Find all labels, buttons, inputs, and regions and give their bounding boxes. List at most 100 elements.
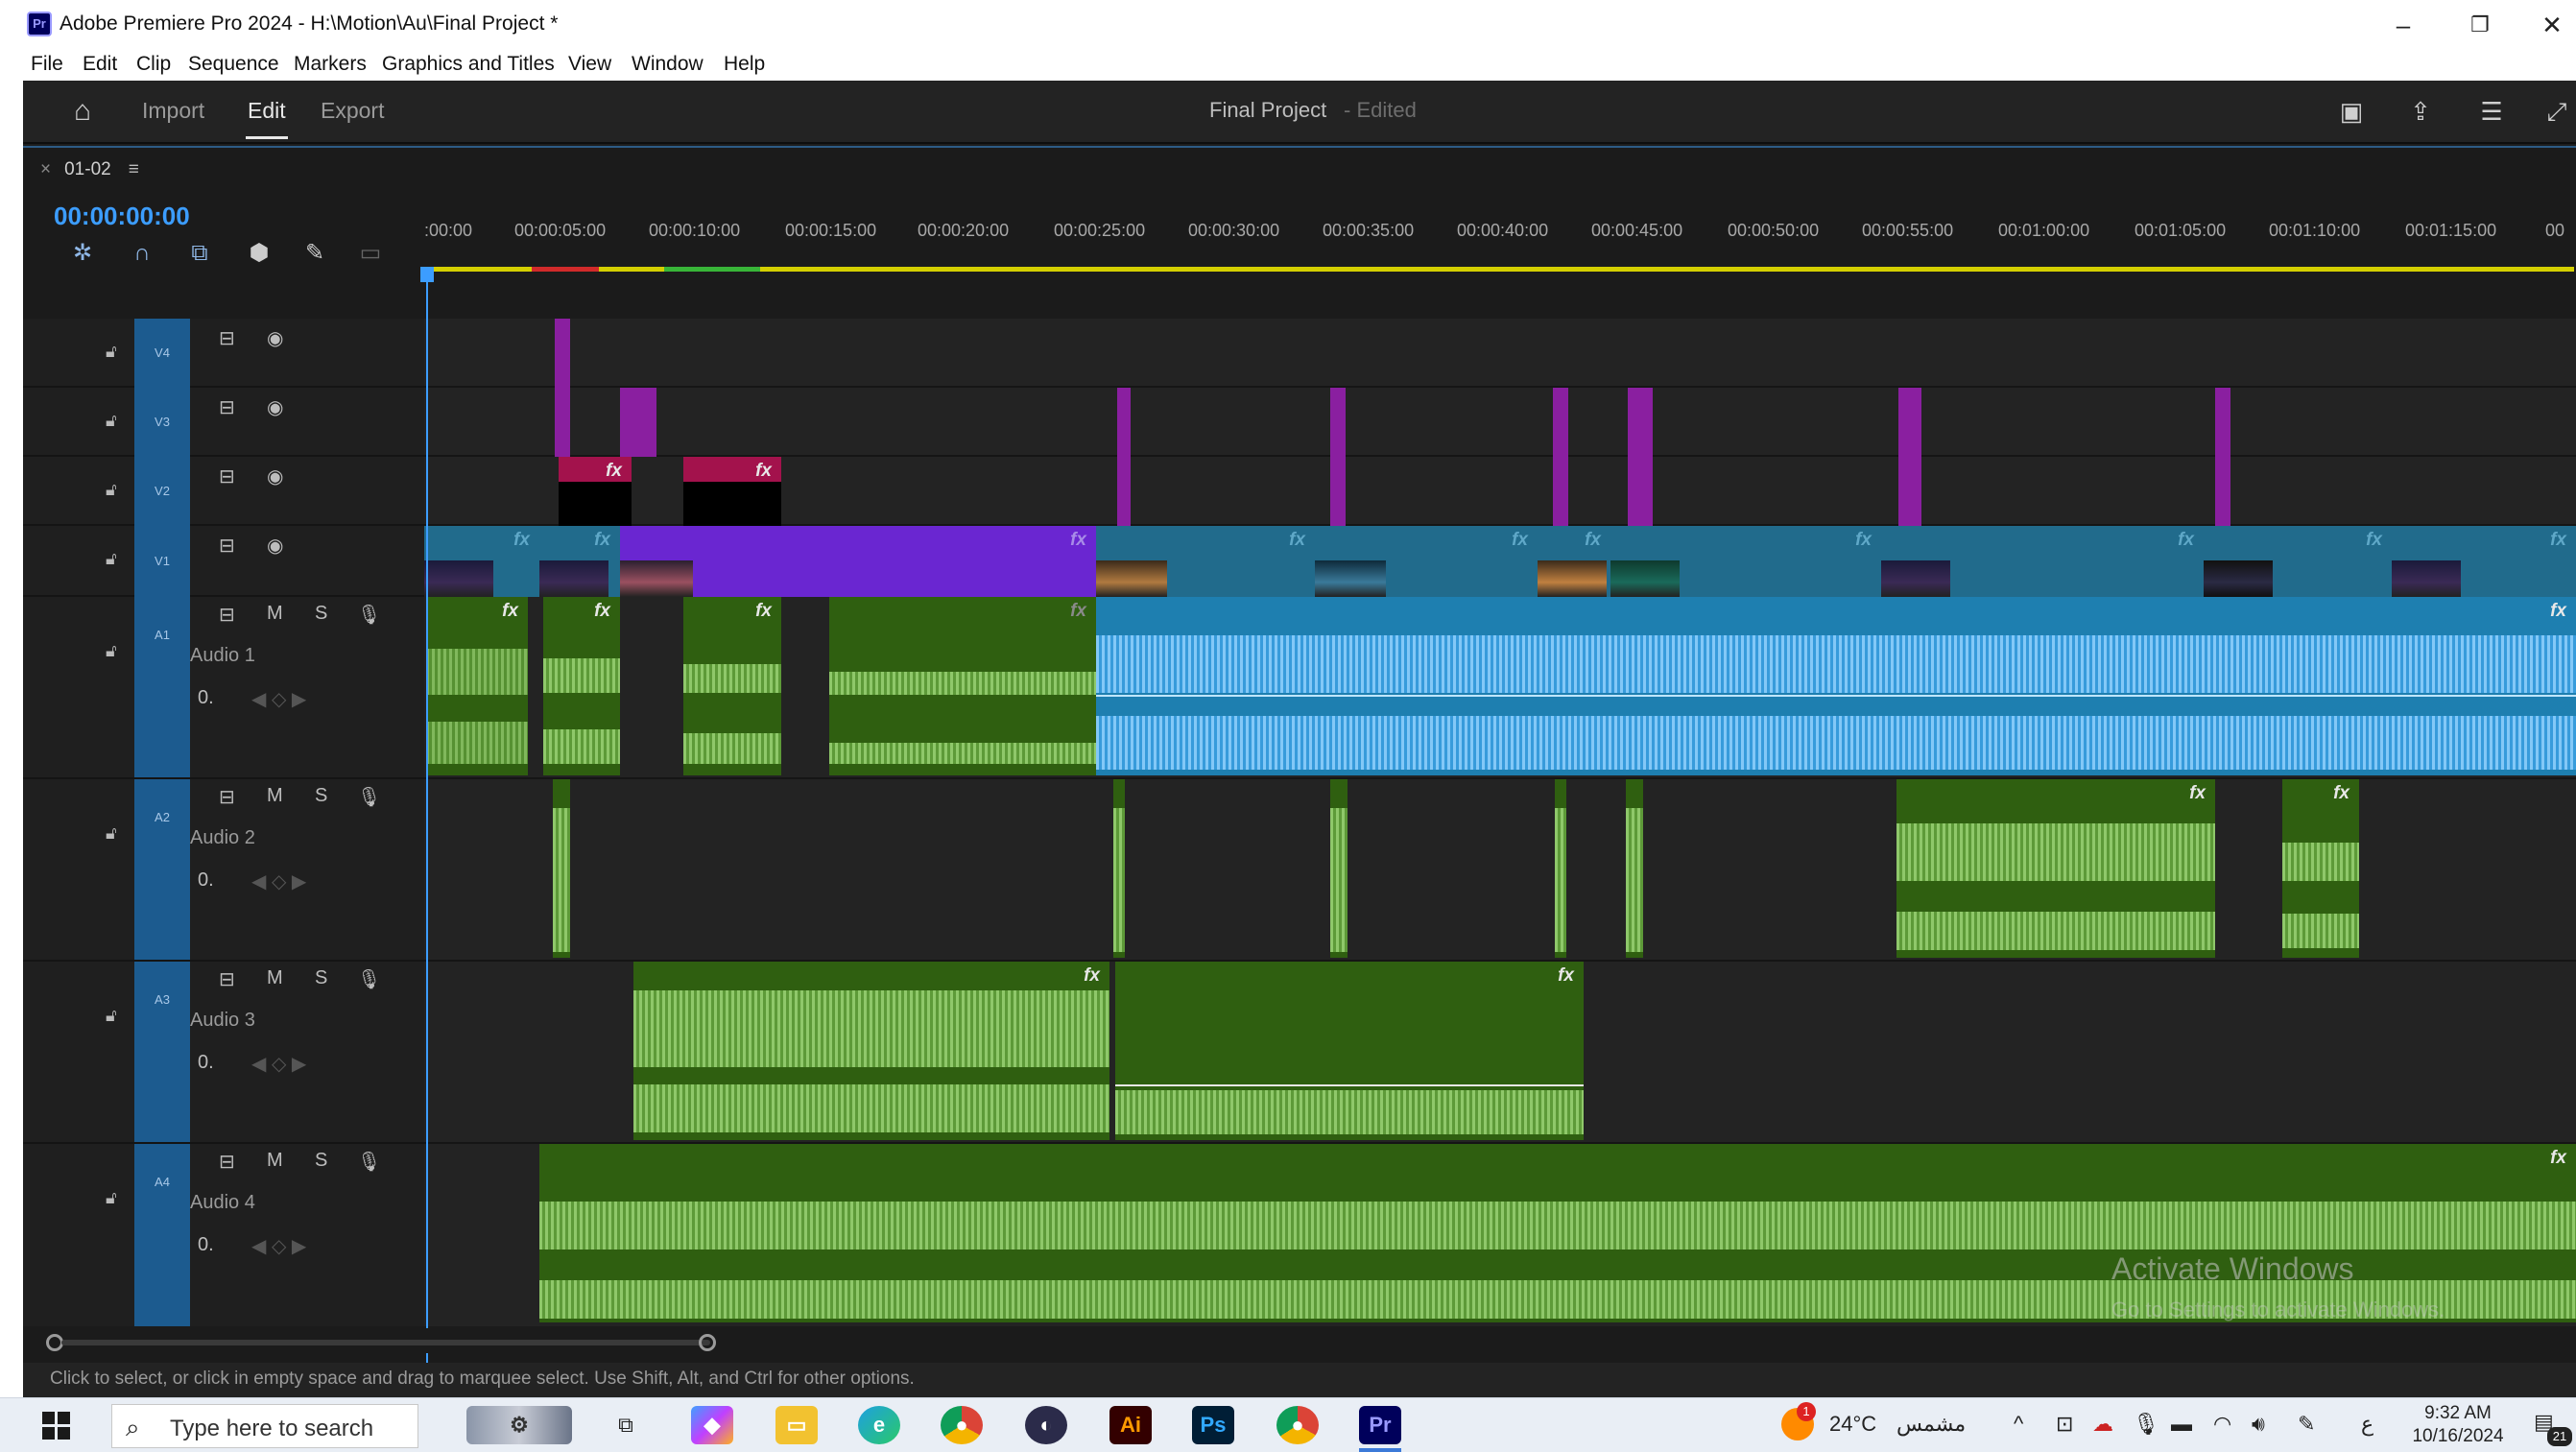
- close-window-button[interactable]: ✕: [2528, 8, 2576, 42]
- solo-button[interactable]: S: [315, 967, 327, 989]
- eye-icon[interactable]: ◉: [267, 534, 283, 558]
- audio-clip[interactable]: fx: [1115, 962, 1584, 1140]
- chrome-profile-icon[interactable]: ●: [1276, 1406, 1319, 1444]
- sync-lock-icon[interactable]: ⊟: [219, 1150, 235, 1174]
- video-clip[interactable]: fx: [2392, 526, 2576, 597]
- video-clip[interactable]: fx: [1096, 526, 1315, 597]
- eye-icon[interactable]: ◉: [267, 326, 283, 350]
- solo-button[interactable]: S: [315, 785, 327, 807]
- adjustment-clip[interactable]: [1553, 457, 1568, 526]
- video-clip[interactable]: fx: [1610, 526, 1881, 597]
- keyframe-nav-icons[interactable]: ◀ ◇ ▶: [251, 869, 306, 893]
- mute-button[interactable]: M: [267, 967, 283, 989]
- home-icon[interactable]: ⌂: [63, 94, 102, 129]
- lane-v4[interactable]: [424, 319, 2576, 388]
- work-area-bar[interactable]: [424, 267, 2574, 272]
- input-language[interactable]: ع: [2361, 1412, 2373, 1437]
- audio-clip[interactable]: fx: [2282, 779, 2359, 958]
- lock-icon[interactable]: 🔓︎: [106, 549, 117, 569]
- mute-button[interactable]: M: [267, 785, 283, 807]
- taskbar-search[interactable]: ⌕ Type here to search: [111, 1404, 418, 1448]
- tray-chevron-icon[interactable]: ^: [2014, 1412, 2023, 1437]
- audio-clip[interactable]: [1555, 779, 1566, 958]
- volume-knob[interactable]: 0.: [198, 687, 214, 709]
- adjustment-clip[interactable]: [555, 319, 570, 388]
- menu-view[interactable]: View: [568, 53, 611, 76]
- close-tab-icon[interactable]: ×: [40, 159, 51, 179]
- tray-wifi-icon[interactable]: ◠: [2213, 1412, 2231, 1437]
- windows-start-icon[interactable]: [42, 1412, 71, 1440]
- audio-clip[interactable]: [553, 779, 570, 958]
- track-target-a1[interactable]: A1: [134, 597, 190, 777]
- lock-icon[interactable]: 🔓︎: [106, 1006, 117, 1026]
- adjustment-clip[interactable]: [555, 388, 570, 457]
- copilot-icon[interactable]: ◆: [691, 1406, 733, 1444]
- sync-lock-icon[interactable]: ⊟: [219, 603, 235, 627]
- adjustment-clip[interactable]: [1117, 457, 1131, 526]
- track-target-v3[interactable]: V3: [134, 388, 190, 457]
- audio-clip[interactable]: fx: [633, 962, 1109, 1140]
- sync-lock-icon[interactable]: ⊟: [219, 464, 235, 488]
- track-target-a3[interactable]: A3: [134, 962, 190, 1142]
- track-target-v2[interactable]: V2: [134, 457, 190, 526]
- adjustment-clip[interactable]: [1330, 457, 1346, 526]
- panel-menu-icon[interactable]: ≡: [129, 159, 139, 179]
- lane-v2[interactable]: fx fx: [424, 457, 2576, 526]
- tray-onedrive-icon[interactable]: ☁: [2092, 1412, 2113, 1437]
- menu-markers[interactable]: Markers: [294, 53, 367, 76]
- video-clip[interactable]: fx: [424, 526, 539, 597]
- linked-selection-icon[interactable]: ⧉: [186, 240, 213, 267]
- task-view-icon[interactable]: ⧉: [605, 1406, 647, 1444]
- microphone-icon[interactable]: 🎙︎: [357, 967, 381, 991]
- keyframe-nav-icons[interactable]: ◀ ◇ ▶: [251, 1052, 306, 1076]
- audio-clip[interactable]: fx: [683, 597, 781, 775]
- sync-lock-icon[interactable]: ⊟: [219, 395, 235, 419]
- photoshop-icon[interactable]: Ps: [1192, 1406, 1234, 1444]
- adjustment-clip[interactable]: [1898, 457, 1921, 526]
- playhead-timecode[interactable]: 00:00:00:00: [54, 202, 190, 231]
- adjustment-clip[interactable]: [1898, 388, 1921, 457]
- graphic-clip[interactable]: fx: [559, 457, 632, 526]
- audio-clip[interactable]: fx: [543, 597, 620, 775]
- scrollbar-thumb[interactable]: [61, 1340, 710, 1345]
- volume-knob[interactable]: 0.: [198, 869, 214, 892]
- tray-mic-icon[interactable]: 🎙︎: [2133, 1412, 2159, 1437]
- audio-clip[interactable]: fx: [1896, 779, 2215, 958]
- tab-export[interactable]: Export: [321, 98, 384, 124]
- volume-rubber-band[interactable]: [1115, 1084, 1584, 1086]
- lock-icon[interactable]: 🔓︎: [106, 1188, 117, 1208]
- tray-battery-icon[interactable]: ▬: [2171, 1412, 2192, 1437]
- audio-clip[interactable]: [1330, 779, 1348, 958]
- nest-icon[interactable]: ✲: [69, 240, 96, 267]
- workspaces-icon[interactable]: ▣: [2332, 94, 2371, 129]
- menu-help[interactable]: Help: [724, 53, 765, 76]
- sync-lock-icon[interactable]: ⊟: [219, 785, 235, 809]
- audio-clip[interactable]: fx: [539, 1144, 2576, 1322]
- quick-export-menu-icon[interactable]: ☰: [2472, 94, 2511, 129]
- video-clip[interactable]: fx: [1315, 526, 1538, 597]
- adjustment-clip[interactable]: [1330, 388, 1346, 457]
- zoom-handle-right[interactable]: [699, 1334, 716, 1351]
- track-target-v1[interactable]: V1: [134, 526, 190, 597]
- add-marker-icon[interactable]: ⬢: [246, 240, 273, 267]
- audio-clip[interactable]: fx: [426, 597, 528, 775]
- video-clip[interactable]: fx: [1538, 526, 1610, 597]
- eye-icon[interactable]: ◉: [267, 395, 283, 419]
- adjustment-clip[interactable]: [1117, 388, 1131, 457]
- sync-lock-icon[interactable]: ⊟: [219, 326, 235, 350]
- adjustment-clip[interactable]: [1628, 457, 1653, 526]
- sequence-tab[interactable]: × 01-02 ≡: [40, 159, 139, 180]
- sync-lock-icon[interactable]: ⊟: [219, 534, 235, 558]
- keyframe-nav-icons[interactable]: ◀ ◇ ▶: [251, 687, 306, 711]
- lock-icon[interactable]: 🔓︎: [106, 411, 117, 431]
- lock-icon[interactable]: 🔓︎: [106, 641, 117, 661]
- volume-rubber-band[interactable]: [1096, 695, 2576, 697]
- lock-icon[interactable]: 🔓︎: [106, 342, 117, 362]
- nested-audio-clip[interactable]: fx: [1096, 597, 2576, 775]
- file-explorer-icon[interactable]: ▭: [775, 1406, 818, 1444]
- tray-app-icon[interactable]: ⊡: [2056, 1412, 2073, 1437]
- snap-icon[interactable]: ∩: [129, 240, 155, 267]
- horizontal-zoom-scrollbar[interactable]: [23, 1328, 2576, 1353]
- microphone-icon[interactable]: 🎙︎: [357, 785, 381, 809]
- track-area[interactable]: fx fx fx fx fx fx fx fx fx fx fx fx fx f…: [424, 319, 2576, 1326]
